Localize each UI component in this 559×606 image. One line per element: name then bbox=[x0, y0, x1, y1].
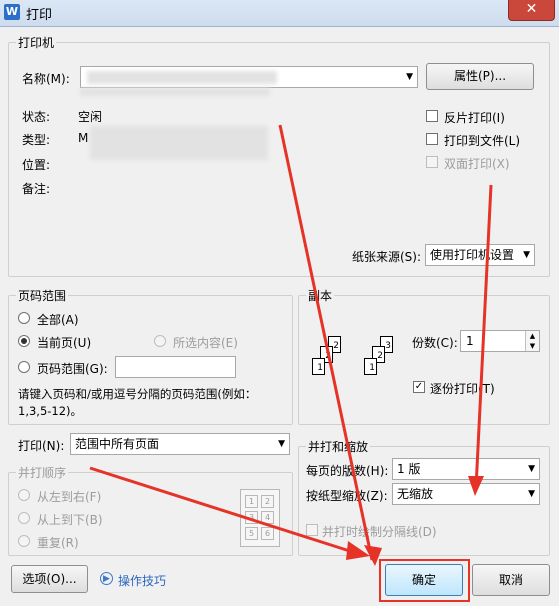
annotation-arrow-3 bbox=[468, 184, 493, 496]
annotation-arrow-1 bbox=[278, 124, 382, 566]
annotation-arrow-2 bbox=[89, 466, 370, 560]
annotation-arrows bbox=[89, 124, 493, 566]
